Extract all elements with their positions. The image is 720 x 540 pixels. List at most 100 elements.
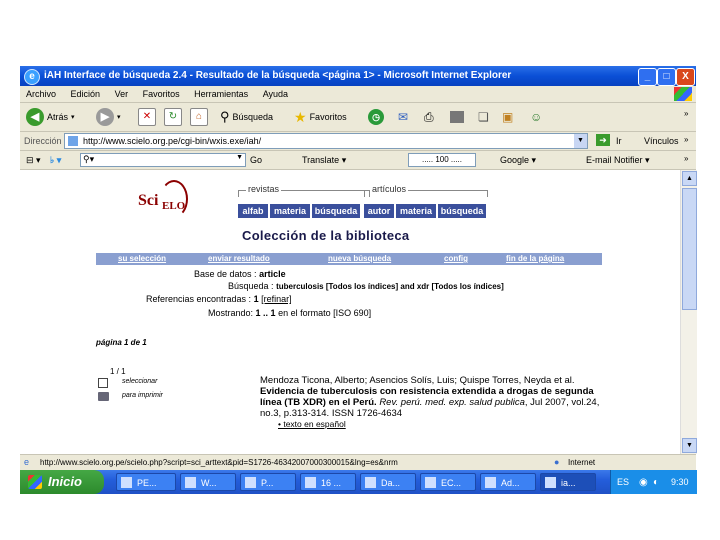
toolbar-search-input[interactable]: ⚲▾ ▼	[80, 153, 246, 167]
favorites-label: Favoritos	[309, 112, 347, 122]
nav-materia-revistas-button[interactable]: materia	[270, 204, 310, 218]
task-button-3[interactable]: P...	[240, 473, 296, 491]
menu-herramientas[interactable]: Herramientas	[194, 89, 248, 99]
fulltext-link[interactable]: • texto en español	[278, 419, 610, 430]
task-button-6[interactable]: EC...	[420, 473, 476, 491]
toolbar-search-dropdown-icon[interactable]: ▼	[236, 154, 243, 161]
task-button-1[interactable]: PE...	[116, 473, 176, 491]
print-label[interactable]: para imprimir	[122, 392, 163, 399]
links-button[interactable]: Vínculos	[644, 136, 679, 146]
tray-network-icon[interactable]: ◉	[639, 477, 648, 488]
links-overflow-icon[interactable]: »	[684, 135, 688, 144]
discuss-icon[interactable]: ❏	[478, 110, 489, 124]
back-arrow-icon: ◀	[26, 108, 44, 126]
scroll-up-icon[interactable]: ▲	[682, 171, 697, 186]
messenger-icon[interactable]: ☺	[530, 110, 542, 124]
menu-ver[interactable]: Ver	[115, 89, 129, 99]
address-label: Dirección	[24, 136, 62, 146]
task-button-2[interactable]: W...	[180, 473, 236, 491]
database-value: article	[259, 269, 286, 279]
email-notifier-button[interactable]: E-mail Notifier ▾	[586, 155, 650, 166]
history-icon[interactable]: ◷	[368, 109, 384, 125]
enviar-resultado-link[interactable]: enviar resultado	[208, 253, 270, 265]
menu-ayuda[interactable]: Ayuda	[263, 89, 288, 99]
toolbar-overflow-icon[interactable]: »	[684, 109, 688, 118]
search-row: Búsqueda : tuberculosis [Todos los índic…	[228, 281, 504, 291]
fin-pagina-link[interactable]: fin de la página	[506, 253, 564, 265]
address-input[interactable]: http://www.scielo.org.pe/cgi-bin/wxis.ex…	[64, 133, 588, 149]
stop-icon[interactable]: ✕	[138, 108, 156, 126]
menu-archivo[interactable]: Archivo	[26, 89, 56, 99]
select-checkbox[interactable]	[98, 378, 108, 388]
task-label: Ad...	[501, 478, 520, 488]
nav-alfab-button[interactable]: alfab	[238, 204, 268, 218]
nav-busqueda-revistas-button[interactable]: búsqueda	[312, 204, 360, 218]
page-heading: Colección de la biblioteca	[242, 228, 410, 243]
home-icon[interactable]: ⌂	[190, 108, 208, 126]
refresh-icon[interactable]: ↻	[164, 108, 182, 126]
zoom-field[interactable]: ..... 100 .....	[408, 153, 476, 167]
google-button[interactable]: Google ▾	[500, 155, 536, 166]
maximize-button[interactable]: □	[657, 68, 676, 86]
links-toolbar: ⊟ ▾ ♭ ▾ ⚲▾ ▼ Go Translate ▾ ..... 100 ..…	[20, 151, 696, 170]
edit-icon[interactable]	[450, 111, 464, 123]
task-button-7[interactable]: Ad...	[480, 473, 536, 491]
go-toolbar-button[interactable]: Go	[250, 155, 262, 165]
minimize-button[interactable]: _	[638, 68, 657, 86]
go-arrow-icon[interactable]: ➜	[596, 134, 610, 146]
print-icon[interactable]	[98, 392, 109, 401]
address-dropdown-icon[interactable]: ▼	[574, 134, 587, 148]
action-bar: su selección enviar resultado nueva búsq…	[96, 253, 602, 265]
go-button[interactable]: Ir	[616, 136, 622, 146]
task-button-4[interactable]: 16 ...	[300, 473, 356, 491]
back-button[interactable]: ◀ Atrás ▾	[26, 107, 75, 127]
scielo-logo[interactable]: Sci ELO	[138, 180, 198, 220]
close-button[interactable]: X	[676, 68, 695, 86]
toolbar-menu-icon[interactable]: ⊟ ▾	[26, 155, 41, 166]
menu-favoritos[interactable]: Favoritos	[143, 89, 180, 99]
translate-button[interactable]: Translate ▾	[302, 155, 346, 166]
toolbar-logo-icon: ♭ ▾	[50, 155, 62, 165]
task-icon	[425, 477, 436, 488]
vertical-scrollbar[interactable]: ▲ ▼	[680, 170, 697, 454]
scroll-thumb[interactable]	[682, 188, 697, 310]
windows-logo-icon	[674, 87, 692, 101]
back-dropdown-icon[interactable]: ▾	[71, 113, 75, 121]
task-button-8-active[interactable]: ia...	[540, 473, 596, 491]
reference-authors: Mendoza Ticona, Alberto; Asencios Solís,…	[260, 375, 575, 386]
taskbar: Inicio PE... W... P... 16 ... Da... EC..…	[20, 470, 697, 494]
favorites-button[interactable]: ★ Favoritos	[294, 107, 347, 127]
menu-bar: Archivo Edición Ver Favoritos Herramient…	[20, 86, 696, 103]
status-page-icon: e	[24, 457, 30, 467]
search-button[interactable]: ⚲ Búsqueda	[220, 107, 273, 127]
task-icon	[545, 477, 556, 488]
refine-link[interactable]: [refinar]	[261, 294, 292, 304]
toolbar: ◀ Atrás ▾ ▶ ▾ ✕ ↻ ⌂ ⚲ Búsqueda ★ Favorit…	[20, 103, 696, 132]
forward-button[interactable]: ▶ ▾	[96, 107, 121, 127]
menu-edicion[interactable]: Edición	[71, 89, 101, 99]
forward-dropdown-icon[interactable]: ▾	[117, 113, 121, 121]
su-seleccion-link[interactable]: su selección	[118, 253, 166, 265]
mail-icon[interactable]: ✉	[398, 110, 408, 124]
print-icon[interactable]: ⎙	[424, 110, 434, 125]
system-tray: ES ◉ ◐ 9:30	[610, 470, 697, 494]
task-label: W...	[201, 478, 217, 488]
format-value[interactable]: en el formato [ISO 690]	[278, 308, 371, 318]
status-bar: e http://www.scielo.org.pe/scielo.php?sc…	[20, 454, 696, 471]
database-label: Base de datos :	[194, 269, 257, 279]
start-button[interactable]: Inicio	[20, 470, 104, 494]
task-icon	[121, 477, 132, 488]
scroll-down-icon[interactable]: ▼	[682, 438, 697, 453]
search-icon: ⚲	[220, 109, 230, 124]
research-icon[interactable]: ▣	[502, 110, 513, 124]
tray-volume-icon[interactable]: ◐	[653, 477, 659, 488]
linksbar-overflow-icon[interactable]: »	[684, 154, 688, 163]
nav-materia-articulos-button[interactable]: materia	[396, 204, 436, 218]
task-button-5[interactable]: Da...	[360, 473, 416, 491]
nueva-busqueda-link[interactable]: nueva búsqueda	[328, 253, 391, 265]
translate-label: Translate	[302, 155, 340, 165]
language-indicator[interactable]: ES	[617, 477, 629, 487]
nav-autor-button[interactable]: autor	[364, 204, 394, 218]
config-link[interactable]: config	[444, 253, 468, 265]
nav-busqueda-articulos-button[interactable]: búsqueda	[438, 204, 486, 218]
